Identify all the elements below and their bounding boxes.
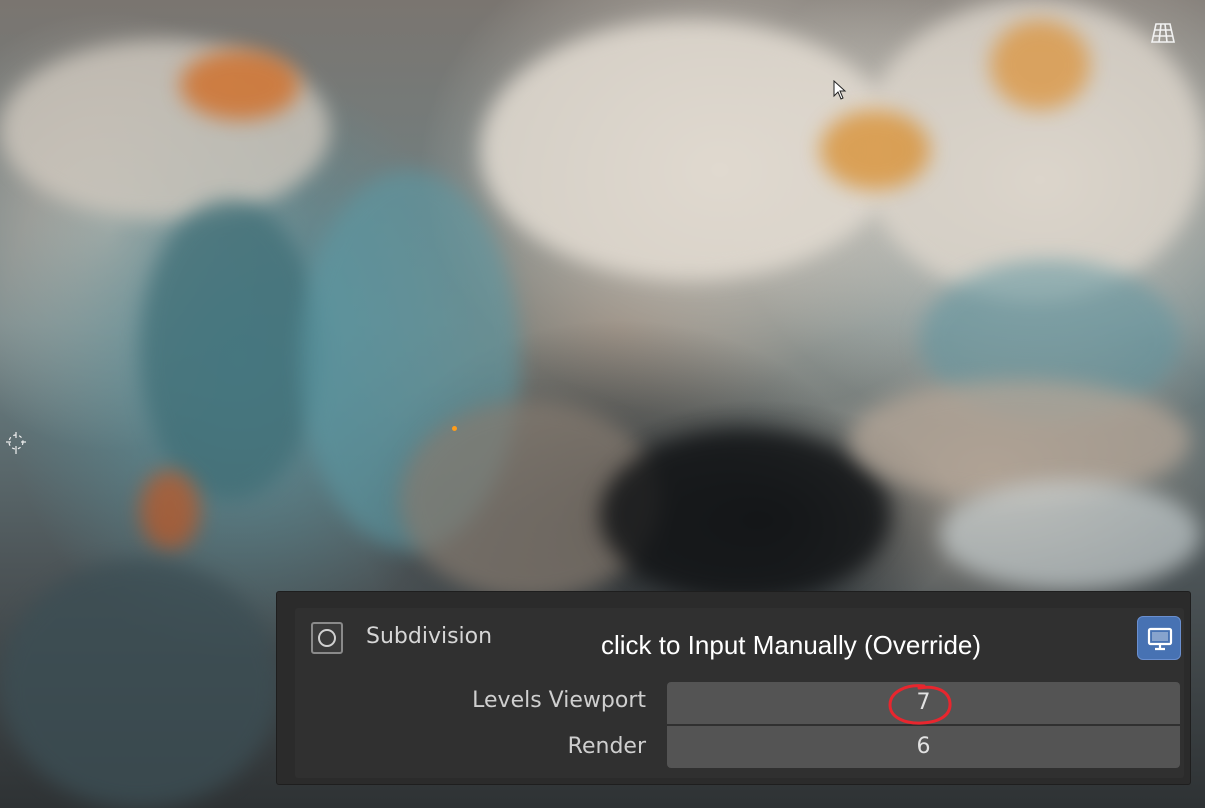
render-levels-label: Render: [567, 734, 646, 759]
rock-orange: [140, 470, 200, 550]
modifier-panel: Subdivision click to Input Manually (Ove…: [277, 592, 1190, 784]
rock-highlight: [940, 480, 1200, 590]
cave-shadow: [600, 430, 890, 600]
rock-orange: [990, 20, 1090, 110]
monitor-icon: [1147, 627, 1173, 651]
highlight-circle-annotation: [888, 684, 952, 725]
rock-orange: [180, 50, 300, 120]
rock-shadow: [0, 560, 280, 808]
rock-orange: [820, 110, 930, 190]
arrow-cursor-icon: [833, 80, 847, 100]
rock-ledge: [850, 380, 1190, 500]
realtime-toggle-button[interactable]: [1137, 616, 1181, 660]
annotation-caption: click to Input Manually (Override): [601, 630, 982, 660]
grid-perspective-icon[interactable]: [1150, 20, 1176, 46]
object-origin-dot: [452, 426, 457, 431]
render-levels-field[interactable]: 6: [667, 726, 1180, 768]
subdivision-ring-icon: [311, 622, 343, 654]
levels-viewport-label: Levels Viewport: [472, 688, 646, 713]
3d-cursor-icon[interactable]: [4, 428, 28, 458]
modifier-title[interactable]: Subdivision: [366, 624, 492, 649]
rock-shadow: [140, 200, 320, 500]
